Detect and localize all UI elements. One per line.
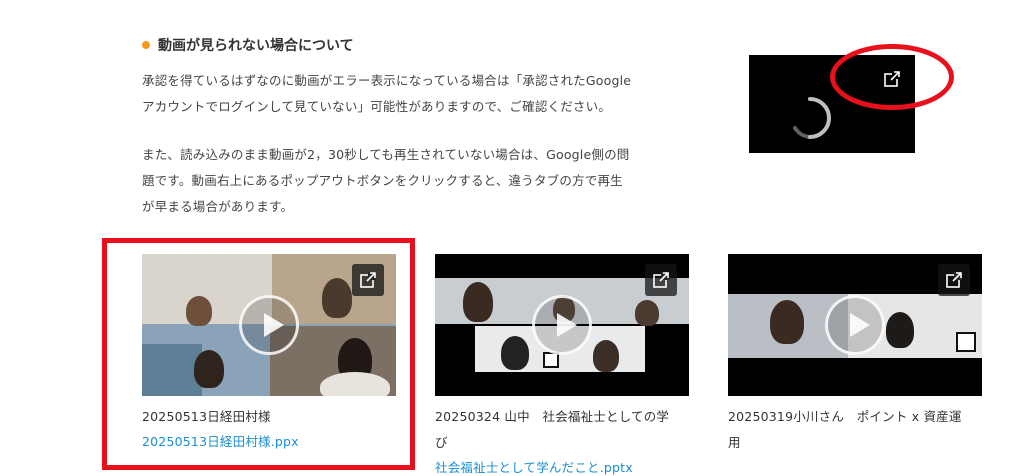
- video-attachment-link[interactable]: 社会福祉士として学んだこと.pptx: [435, 456, 689, 476]
- video-title: 20250513日経田村様: [142, 409, 271, 424]
- play-icon[interactable]: [239, 295, 299, 355]
- notice-heading-text: 動画が見られない場合について: [158, 38, 354, 54]
- video-card-2: 20250324 山中 社会福祉士としての学 び 社会福祉士として学んだこと.p…: [435, 254, 689, 476]
- popout-button[interactable]: [938, 264, 970, 296]
- video-card-1: 20250513日経田村様 20250513日経田村様.ppx: [142, 254, 396, 454]
- video-title-line: 20250319小川さん ポイント x 資産運: [728, 409, 962, 424]
- video-attachment-link[interactable]: 20250513日経田村様.ppx: [142, 430, 396, 454]
- play-icon[interactable]: [532, 295, 592, 355]
- video-title-line: 用: [728, 435, 741, 450]
- paragraph-line: また、読み込みのまま動画が2，30秒しても再生されていない場合は、Google側…: [142, 147, 630, 162]
- paragraph-line: アカウントでログインして見ていない」可能性がありますので、ご確認ください。: [142, 99, 612, 114]
- video-title-line: び: [435, 435, 448, 450]
- popout-button[interactable]: [352, 264, 384, 296]
- paragraph-line: が早まる場合があります。: [142, 199, 294, 214]
- popout-icon: [653, 272, 669, 288]
- video-title-line: 20250324 山中 社会福祉士としての学: [435, 409, 670, 424]
- popout-button[interactable]: [645, 264, 677, 296]
- paragraph-line: 承認を得ているはずなのに動画がエラー表示になっている場合は「承認されたGoogl…: [142, 73, 632, 88]
- paragraph-line: 題です。動画右上にあるポップアウトボタンをクリックすると、違うタブの方で再生: [142, 173, 623, 188]
- bullet-dot-icon: [142, 41, 150, 49]
- video-thumbnail[interactable]: [728, 254, 982, 396]
- video-card-3: 20250319小川さん ポイント x 資産運 用: [728, 254, 982, 456]
- popout-icon: [946, 272, 962, 288]
- notice-heading: 動画が見られない場合について: [142, 34, 702, 56]
- popout-icon: [360, 272, 376, 288]
- notice-paragraph-2: また、読み込みのまま動画が2，30秒しても再生されていない場合は、Google側…: [142, 142, 702, 220]
- video-title: 20250324 山中 社会福祉士としての学 び: [435, 404, 689, 456]
- highlight-ellipse: [830, 44, 954, 110]
- video-title: 20250319小川さん ポイント x 資産運 用: [728, 404, 982, 456]
- video-thumbnail[interactable]: [435, 254, 689, 396]
- play-icon[interactable]: [825, 295, 885, 355]
- notice-section: 動画が見られない場合について 承認を得ているはずなのに動画がエラー表示になってい…: [142, 34, 702, 220]
- video-thumbnail[interactable]: [142, 254, 396, 396]
- notice-paragraph-1: 承認を得ているはずなのに動画がエラー表示になっている場合は「承認されたGoogl…: [142, 68, 702, 120]
- loading-spinner-icon: [793, 97, 831, 139]
